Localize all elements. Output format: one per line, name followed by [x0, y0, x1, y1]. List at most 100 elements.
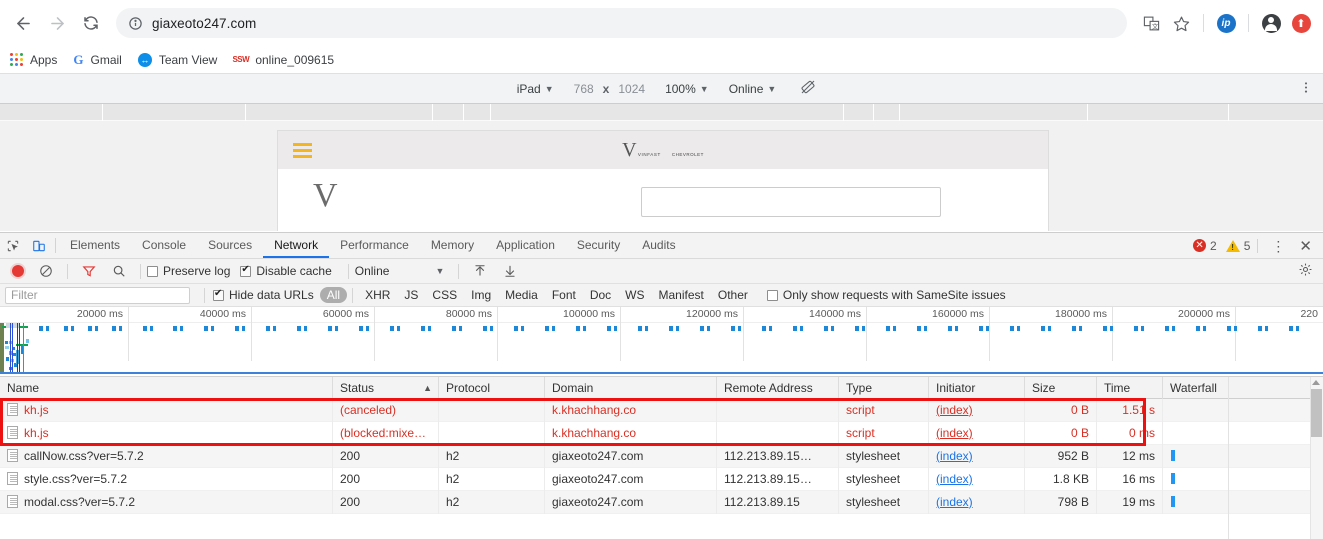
initiator-link[interactable]: (index) [936, 403, 973, 417]
cell-initiator[interactable]: (index) [929, 467, 1025, 491]
scroll-up-icon[interactable] [1312, 380, 1320, 385]
cell-name[interactable]: kh.js [0, 398, 333, 422]
clear-icon[interactable] [39, 264, 53, 278]
emulated-page[interactable]: V VINFAST CHEVROLET V [277, 130, 1049, 231]
ip-extension-icon[interactable]: ip [1212, 9, 1240, 37]
cell-name[interactable]: modal.css?ver=5.7.2 [0, 490, 333, 514]
tab-sources[interactable]: Sources [197, 233, 263, 258]
column-header-domain[interactable]: Domain [545, 377, 717, 399]
column-header-time[interactable]: Time [1097, 377, 1163, 399]
search-icon[interactable] [112, 264, 126, 278]
filter-type-js[interactable]: JS [397, 287, 425, 303]
import-har-icon[interactable] [473, 264, 487, 278]
tab-network[interactable]: Network [263, 233, 330, 258]
initiator-link[interactable]: (index) [936, 495, 973, 509]
back-button[interactable] [8, 8, 38, 38]
site-info-icon[interactable] [128, 16, 143, 31]
export-har-icon[interactable] [503, 264, 517, 278]
inspect-element-icon[interactable] [0, 233, 26, 258]
bookmark-gmail[interactable]: G Gmail [73, 52, 121, 68]
column-header-protocol[interactable]: Protocol [439, 377, 545, 399]
filter-icon[interactable] [82, 264, 96, 278]
bookmark-apps[interactable]: Apps [10, 53, 57, 67]
column-header-size[interactable]: Size [1025, 377, 1097, 399]
rotate-icon[interactable] [800, 79, 816, 98]
table-row[interactable]: kh.js (blocked:mixe… k.khachhang.co scri… [0, 421, 1323, 445]
throttling-dropdown[interactable]: Online ▼ [355, 264, 445, 278]
more-vertical-icon[interactable]: ⋮ [1265, 239, 1291, 253]
network-overview[interactable]: 20000 ms 40000 ms 60000 ms 80000 ms 1000… [0, 307, 1323, 377]
filter-type-doc[interactable]: Doc [583, 287, 618, 303]
column-header-remote-address[interactable]: Remote Address [717, 377, 839, 399]
column-header-status[interactable]: Status ▲ [333, 377, 439, 399]
gear-icon[interactable] [1298, 262, 1317, 280]
disable-cache-checkbox[interactable] [240, 264, 252, 277]
site-search-input[interactable] [641, 187, 941, 217]
column-header-name[interactable]: Name [0, 377, 333, 399]
cell-name[interactable]: callNow.css?ver=5.7.2 [0, 444, 333, 468]
forward-button[interactable] [42, 8, 72, 38]
filter-type-media[interactable]: Media [498, 287, 545, 303]
column-header-initiator[interactable]: Initiator [929, 377, 1025, 399]
filter-type-img[interactable]: Img [464, 287, 498, 303]
initiator-link[interactable]: (index) [936, 449, 973, 463]
hamburger-menu-icon[interactable] [293, 142, 312, 158]
column-header-waterfall[interactable]: Waterfall [1163, 377, 1323, 399]
bookmark-team-view[interactable]: ↔ Team View [137, 52, 217, 67]
throttling-select[interactable]: Online ▼ [729, 82, 777, 96]
tab-console[interactable]: Console [131, 233, 197, 258]
filter-type-manifest[interactable]: Manifest [652, 287, 711, 303]
close-icon[interactable]: ✕ [1294, 237, 1317, 255]
tab-security[interactable]: Security [566, 233, 631, 258]
filter-type-font[interactable]: Font [545, 287, 583, 303]
initiator-link[interactable]: (index) [936, 472, 973, 486]
address-bar[interactable]: giaxeoto247.com [116, 8, 1127, 38]
table-row[interactable]: callNow.css?ver=5.7.2 200 h2 giaxeoto247… [0, 444, 1323, 468]
device-toolbar-icon[interactable] [26, 233, 52, 258]
profile-avatar-icon[interactable] [1257, 9, 1285, 37]
cell-initiator[interactable]: (index) [929, 421, 1025, 445]
cell-initiator[interactable]: (index) [929, 490, 1025, 514]
bookmark-online-009615[interactable]: SSW online_009615 [232, 53, 334, 67]
error-count[interactable]: ✕ 2 [1193, 239, 1217, 253]
device-more-icon[interactable] [1299, 80, 1313, 97]
cell-initiator[interactable]: (index) [929, 398, 1025, 422]
zoom-select[interactable]: 100% ▼ [665, 82, 709, 96]
filter-type-xhr[interactable]: XHR [358, 287, 397, 303]
tab-memory[interactable]: Memory [420, 233, 485, 258]
scrollbar-thumb[interactable] [1311, 389, 1322, 437]
table-scrollbar[interactable] [1310, 377, 1323, 539]
bookmark-label: Gmail [90, 52, 122, 67]
warning-count[interactable]: 5 [1225, 239, 1250, 253]
filter-type-css[interactable]: CSS [425, 287, 464, 303]
filter-input[interactable]: Filter [5, 286, 190, 304]
bookmark-star-icon[interactable] [1167, 9, 1195, 37]
filter-type-other[interactable]: Other [711, 287, 755, 303]
cell-initiator[interactable]: (index) [929, 444, 1025, 468]
tab-elements[interactable]: Elements [59, 233, 131, 258]
samesite-checkbox[interactable] [766, 289, 778, 301]
viewport-height[interactable]: 1024 [618, 82, 645, 96]
device-select[interactable]: iPad ▼ [517, 82, 554, 96]
tab-audits[interactable]: Audits [631, 233, 686, 258]
tab-application[interactable]: Application [485, 233, 566, 258]
cell-type: stylesheet [839, 467, 929, 491]
viewport-width[interactable]: 768 [574, 82, 594, 96]
cell-name[interactable]: style.css?ver=5.7.2 [0, 467, 333, 491]
hide-data-urls-checkbox[interactable] [213, 288, 224, 301]
tab-performance[interactable]: Performance [329, 233, 420, 258]
record-button[interactable] [12, 265, 24, 277]
initiator-link[interactable]: (index) [936, 426, 973, 440]
translate-icon[interactable]: 文 [1137, 9, 1165, 37]
table-row[interactable]: modal.css?ver=5.7.2 200 h2 giaxeoto247.c… [0, 490, 1323, 514]
cell-name[interactable]: kh.js [0, 421, 333, 445]
update-icon[interactable]: ⬆ [1287, 9, 1315, 37]
filter-type-all[interactable]: All [319, 287, 348, 303]
cell-type: script [839, 421, 929, 445]
filter-type-ws[interactable]: WS [618, 287, 651, 303]
preserve-log-checkbox[interactable] [147, 265, 158, 277]
reload-button[interactable] [76, 8, 106, 38]
table-row[interactable]: style.css?ver=5.7.2 200 h2 giaxeoto247.c… [0, 467, 1323, 491]
table-row[interactable]: kh.js (canceled) k.khachhang.co script (… [0, 398, 1323, 422]
column-header-type[interactable]: Type [839, 377, 929, 399]
